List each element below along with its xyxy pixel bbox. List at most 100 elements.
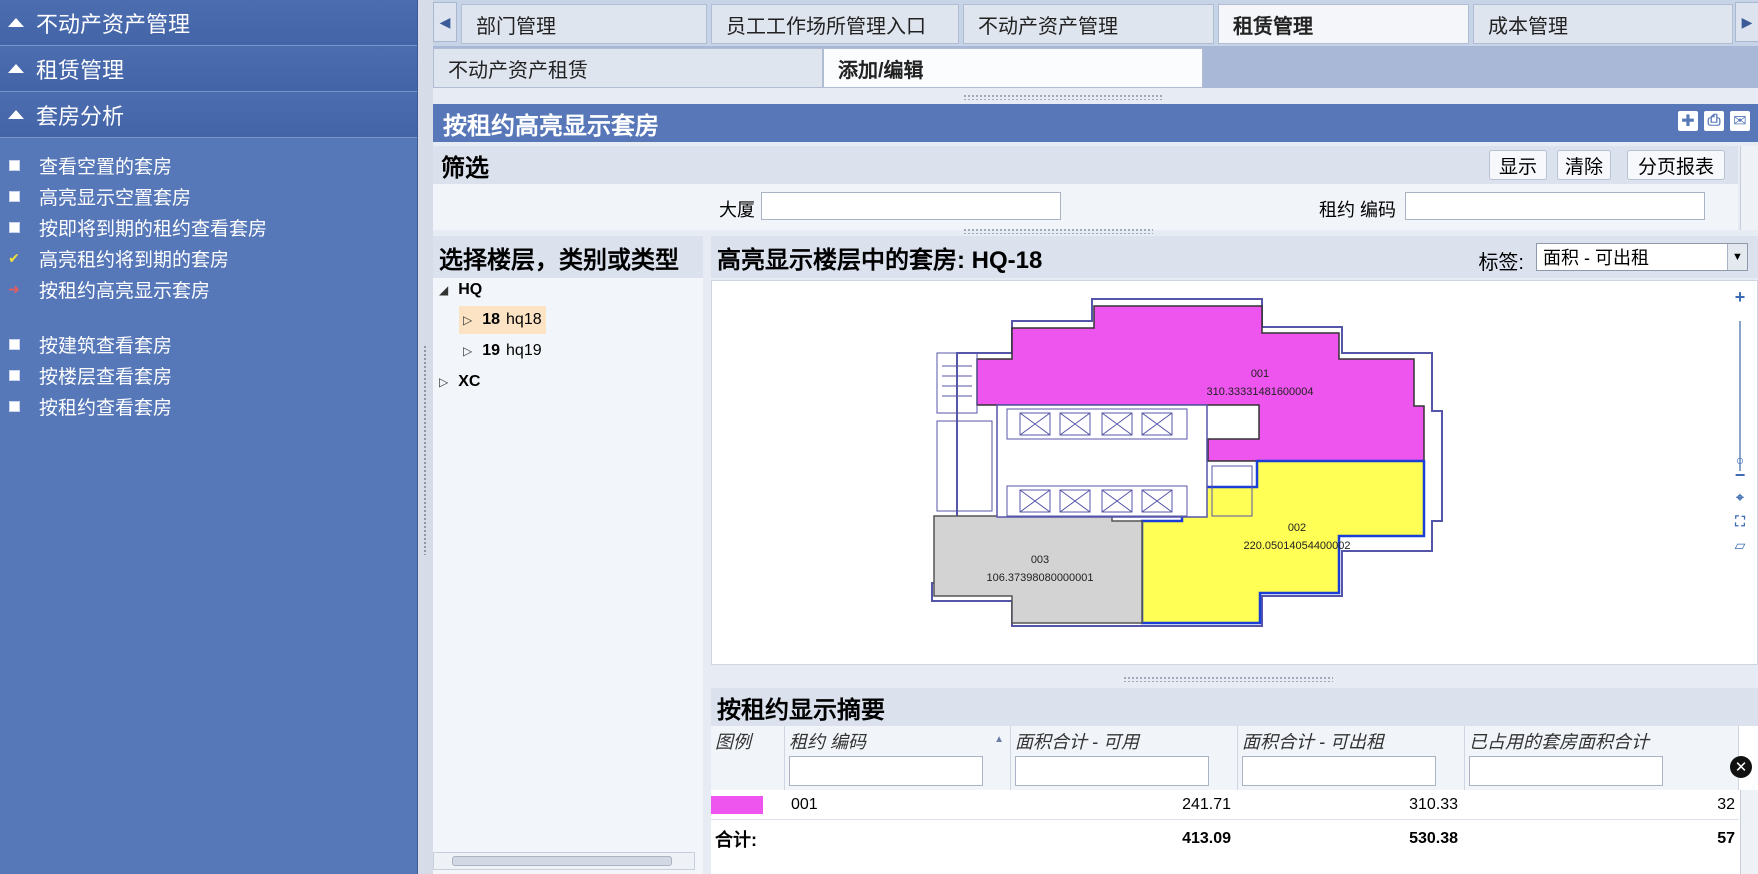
tab-real-estate[interactable]: 不动产资产管理 (963, 4, 1214, 44)
main-area: ◀ 部门管理 员工工作场所管理入口 不动产资产管理 租赁管理 成本管理 ▶ 不动… (433, 0, 1758, 874)
tree-node-xc[interactable]: ▷ XC (439, 368, 486, 396)
tree-horizontal-scrollbar[interactable] (433, 852, 695, 870)
total-rentable-area: 530.38 (1409, 830, 1458, 847)
floor-plan-svg: 001 310.33331481600004 002 220.050140544… (931, 298, 1443, 627)
tab-workplace[interactable]: 员工工作场所管理入口 (711, 4, 959, 44)
zoom-in-icon[interactable]: + (1731, 287, 1749, 308)
table-row[interactable]: 001 241.71 310.33 32 (711, 790, 1739, 820)
nav-section-real-estate[interactable]: 不动产资产管理 (0, 0, 417, 46)
print-icon[interactable]: ⎙ (1704, 111, 1724, 131)
label-select[interactable]: 面积 - 可出租 ▼ (1536, 243, 1748, 271)
nav-item-by-floor[interactable]: 按楼层查看套房 (0, 360, 417, 391)
col-occupied-area[interactable]: 已占用的套房面积合计 (1465, 726, 1739, 790)
room-003-area: 106.37398080000001 (986, 572, 1093, 584)
col-label: 图例 (715, 732, 751, 752)
subtab-lease-assets[interactable]: 不动产资产租赁 (433, 48, 823, 88)
node-name: hq18 (506, 311, 542, 328)
collapse-icon (8, 110, 24, 119)
filter-scrollbar[interactable] (1740, 146, 1758, 230)
rentable-area-filter-input[interactable] (1242, 756, 1436, 786)
collapsed-icon: ▷ (439, 375, 449, 389)
lease-code-filter-input[interactable] (789, 756, 983, 786)
resize-grip[interactable] (1123, 676, 1333, 682)
nav-section-lease[interactable]: 租赁管理 (0, 46, 417, 92)
room-002-id: 002 (1288, 522, 1306, 534)
tree-panel: 选择楼层，类别或类型 ◢ HQ ▷ 18 hq18 ▷ 19 hq19 ▷ XC (433, 236, 703, 874)
close-filter-icon[interactable]: ✕ (1730, 756, 1752, 778)
node-code: HQ (458, 281, 483, 298)
tree-title: 选择楼层，类别或类型 (433, 236, 703, 278)
building-label: 大厦 (719, 200, 755, 220)
col-lease-code[interactable]: 租约 编码 ▲ (785, 726, 1011, 790)
room-003 (933, 515, 1143, 624)
nav-item-label: 按租约查看套房 (39, 398, 173, 419)
panel-splitter[interactable] (418, 0, 433, 874)
nav-item-label: 按建筑查看套房 (39, 336, 173, 357)
tab-cost-management[interactable]: 成本管理 (1473, 4, 1733, 44)
nav-item-by-lease[interactable]: 按租约查看套房 (0, 391, 417, 422)
map-title: 高亮显示楼层中的套房: HQ-18 (717, 246, 1043, 274)
nav-section-suite-analysis[interactable]: 套房分析 (0, 92, 417, 138)
show-button[interactable]: 显示 (1489, 150, 1547, 180)
col-label: 租约 编码 (789, 732, 867, 752)
bullet-square-icon (8, 222, 20, 234)
subtab-add-edit[interactable]: 添加/编辑 (823, 48, 1203, 88)
nav-item-expiring-leases[interactable]: 按即将到期的租约查看套房 (0, 212, 417, 243)
zoom-slider[interactable] (1739, 321, 1741, 471)
paged-report-button[interactable]: 分页报表 (1627, 150, 1725, 180)
grid-scrollbar[interactable] (1740, 790, 1758, 874)
arrow-right-icon: ➜ (8, 281, 20, 297)
subtab-bar: 不动产资产租赁 添加/编辑 (433, 46, 1758, 88)
nav-section-label: 套房分析 (36, 103, 125, 129)
lease-code-input[interactable] (1405, 192, 1705, 220)
zoom-out-icon[interactable]: − (1731, 465, 1749, 486)
nav-section-label: 不动产资产管理 (36, 11, 191, 37)
panel-title-bar: 按租约高亮显示套房 ✚ ⎙ ✉ (433, 104, 1758, 142)
node-code: XC (458, 373, 481, 390)
col-usable-area[interactable]: 面积合计 - 可用 (1011, 726, 1238, 790)
nav-item-by-building[interactable]: 按建筑查看套房 (0, 329, 417, 360)
fit-extent-icon[interactable]: ⛶ (1731, 513, 1749, 530)
usable-area-filter-input[interactable] (1015, 756, 1209, 786)
tab-scroll-right-icon[interactable]: ▶ (1735, 2, 1758, 42)
tab-department[interactable]: 部门管理 (461, 4, 707, 44)
label-caption: 标签: (1478, 252, 1524, 274)
nav-item-highlight-vacant[interactable]: 高亮显示空置套房 (0, 181, 417, 212)
map-title-bar: 高亮显示楼层中的套房: HQ-18 标签: 面积 - 可出租 ▼ (711, 236, 1758, 278)
filter-bar: 筛选 显示 清除 分页报表 (433, 146, 1738, 184)
bullet-square-icon (8, 339, 20, 351)
legend-swatch (711, 796, 763, 814)
tree-node-hq[interactable]: ◢ HQ (439, 276, 488, 304)
select-icon[interactable]: ▱ (1731, 537, 1749, 554)
expand-icon[interactable]: ✚ (1678, 111, 1698, 131)
nav-item-view-vacant[interactable]: 查看空置的套房 (0, 150, 417, 181)
clear-button[interactable]: 清除 (1557, 150, 1611, 180)
col-label: 已占用的套房面积合计 (1469, 732, 1649, 752)
nav-item-highlight-expiring[interactable]: ✔ 高亮租约将到期的套房 (0, 243, 417, 274)
tree-node-18[interactable]: ▷ 18 hq18 (459, 306, 546, 334)
floor-plan-map[interactable]: 001 310.33331481600004 002 220.050140544… (711, 280, 1758, 665)
left-navigation: 不动产资产管理 租赁管理 套房分析 查看空置的套房 高亮显示空置套房 按即将到期… (0, 0, 418, 874)
chevron-down-icon: ▼ (1727, 244, 1747, 270)
room-002-area: 220.05014054400002 (1243, 540, 1350, 552)
subtab-label: 不动产资产租赁 (448, 59, 588, 82)
node-code: 19 (482, 342, 501, 359)
tab-scroll-left-icon[interactable]: ◀ (433, 2, 457, 42)
col-rentable-area[interactable]: 面积合计 - 可出租 (1238, 726, 1465, 790)
center-icon[interactable]: ⌖ (1731, 489, 1749, 506)
occupied-area-filter-input[interactable] (1469, 756, 1663, 786)
tab-label: 不动产资产管理 (978, 15, 1118, 38)
resize-grip[interactable] (963, 94, 1163, 100)
tab-label: 成本管理 (1488, 15, 1568, 38)
tab-lease-management[interactable]: 租赁管理 (1218, 4, 1469, 44)
col-label: 面积合计 - 可出租 (1242, 732, 1384, 752)
bullet-square-icon (8, 370, 20, 382)
nav-item-highlight-by-lease[interactable]: ➜ 按租约高亮显示套房 (0, 274, 417, 305)
nav-item-label: 按即将到期的租约查看套房 (39, 219, 268, 240)
email-icon[interactable]: ✉ (1730, 111, 1750, 131)
tab-label: 部门管理 (476, 15, 556, 38)
tree-node-19[interactable]: ▷ 19 hq19 (463, 337, 542, 365)
collapsed-icon: ▷ (463, 313, 473, 327)
building-input[interactable] (761, 192, 1061, 220)
resize-grip[interactable] (963, 228, 1153, 234)
